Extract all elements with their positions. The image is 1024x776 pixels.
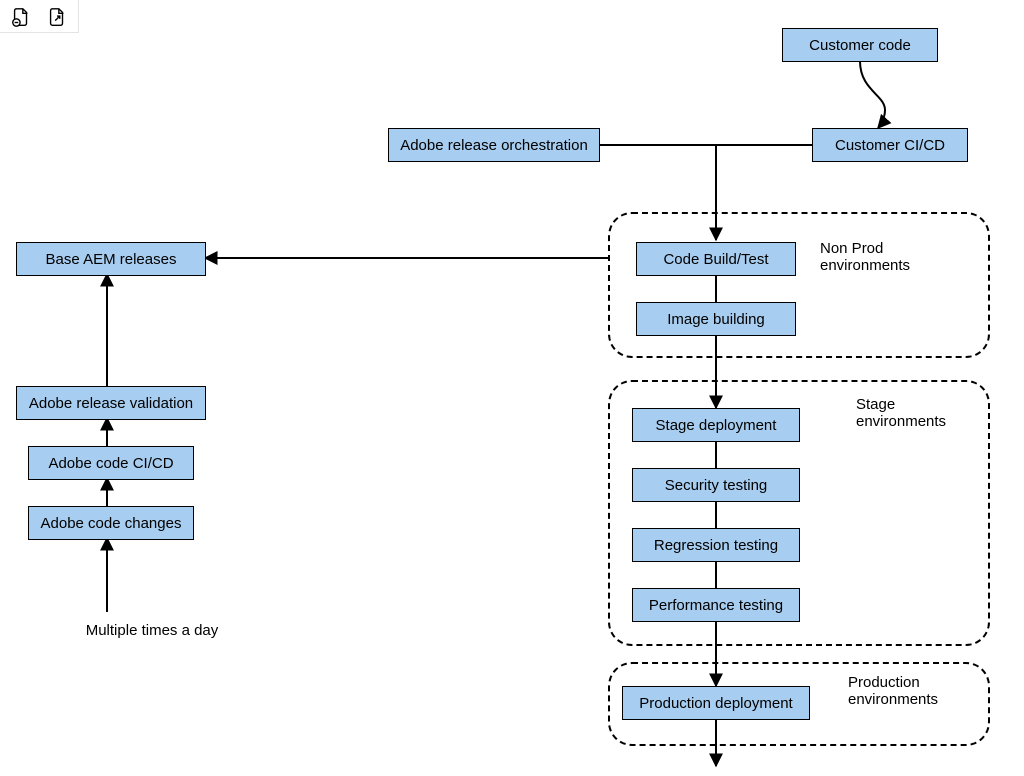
label-multiple-times: Multiple times a day — [52, 622, 252, 639]
node-stage-deployment: Stage deployment — [632, 408, 800, 442]
expand-page-icon[interactable] — [46, 6, 68, 28]
node-production-deployment: Production deployment — [622, 686, 810, 720]
group-nonprod — [608, 212, 990, 358]
node-security-testing: Security testing — [632, 468, 800, 502]
node-image-building: Image building — [636, 302, 796, 336]
label-prod: Production environments — [848, 674, 988, 708]
node-customer-code: Customer code — [782, 28, 938, 62]
node-performance-testing: Performance testing — [632, 588, 800, 622]
node-adobe-code-cicd: Adobe code CI/CD — [28, 446, 194, 480]
label-stage: Stage environments — [856, 396, 986, 430]
node-adobe-code-changes: Adobe code changes — [28, 506, 194, 540]
node-code-build-test: Code Build/Test — [636, 242, 796, 276]
label-nonprod: Non Prod environments — [820, 240, 970, 274]
node-base-aem-releases: Base AEM releases — [16, 242, 206, 276]
node-regression-testing: Regression testing — [632, 528, 800, 562]
node-customer-cicd: Customer CI/CD — [812, 128, 968, 162]
remove-page-icon[interactable] — [10, 6, 32, 28]
node-adobe-release-validation: Adobe release validation — [16, 386, 206, 420]
node-adobe-release-orchestration: Adobe release orchestration — [388, 128, 600, 162]
toolbar — [0, 0, 79, 33]
